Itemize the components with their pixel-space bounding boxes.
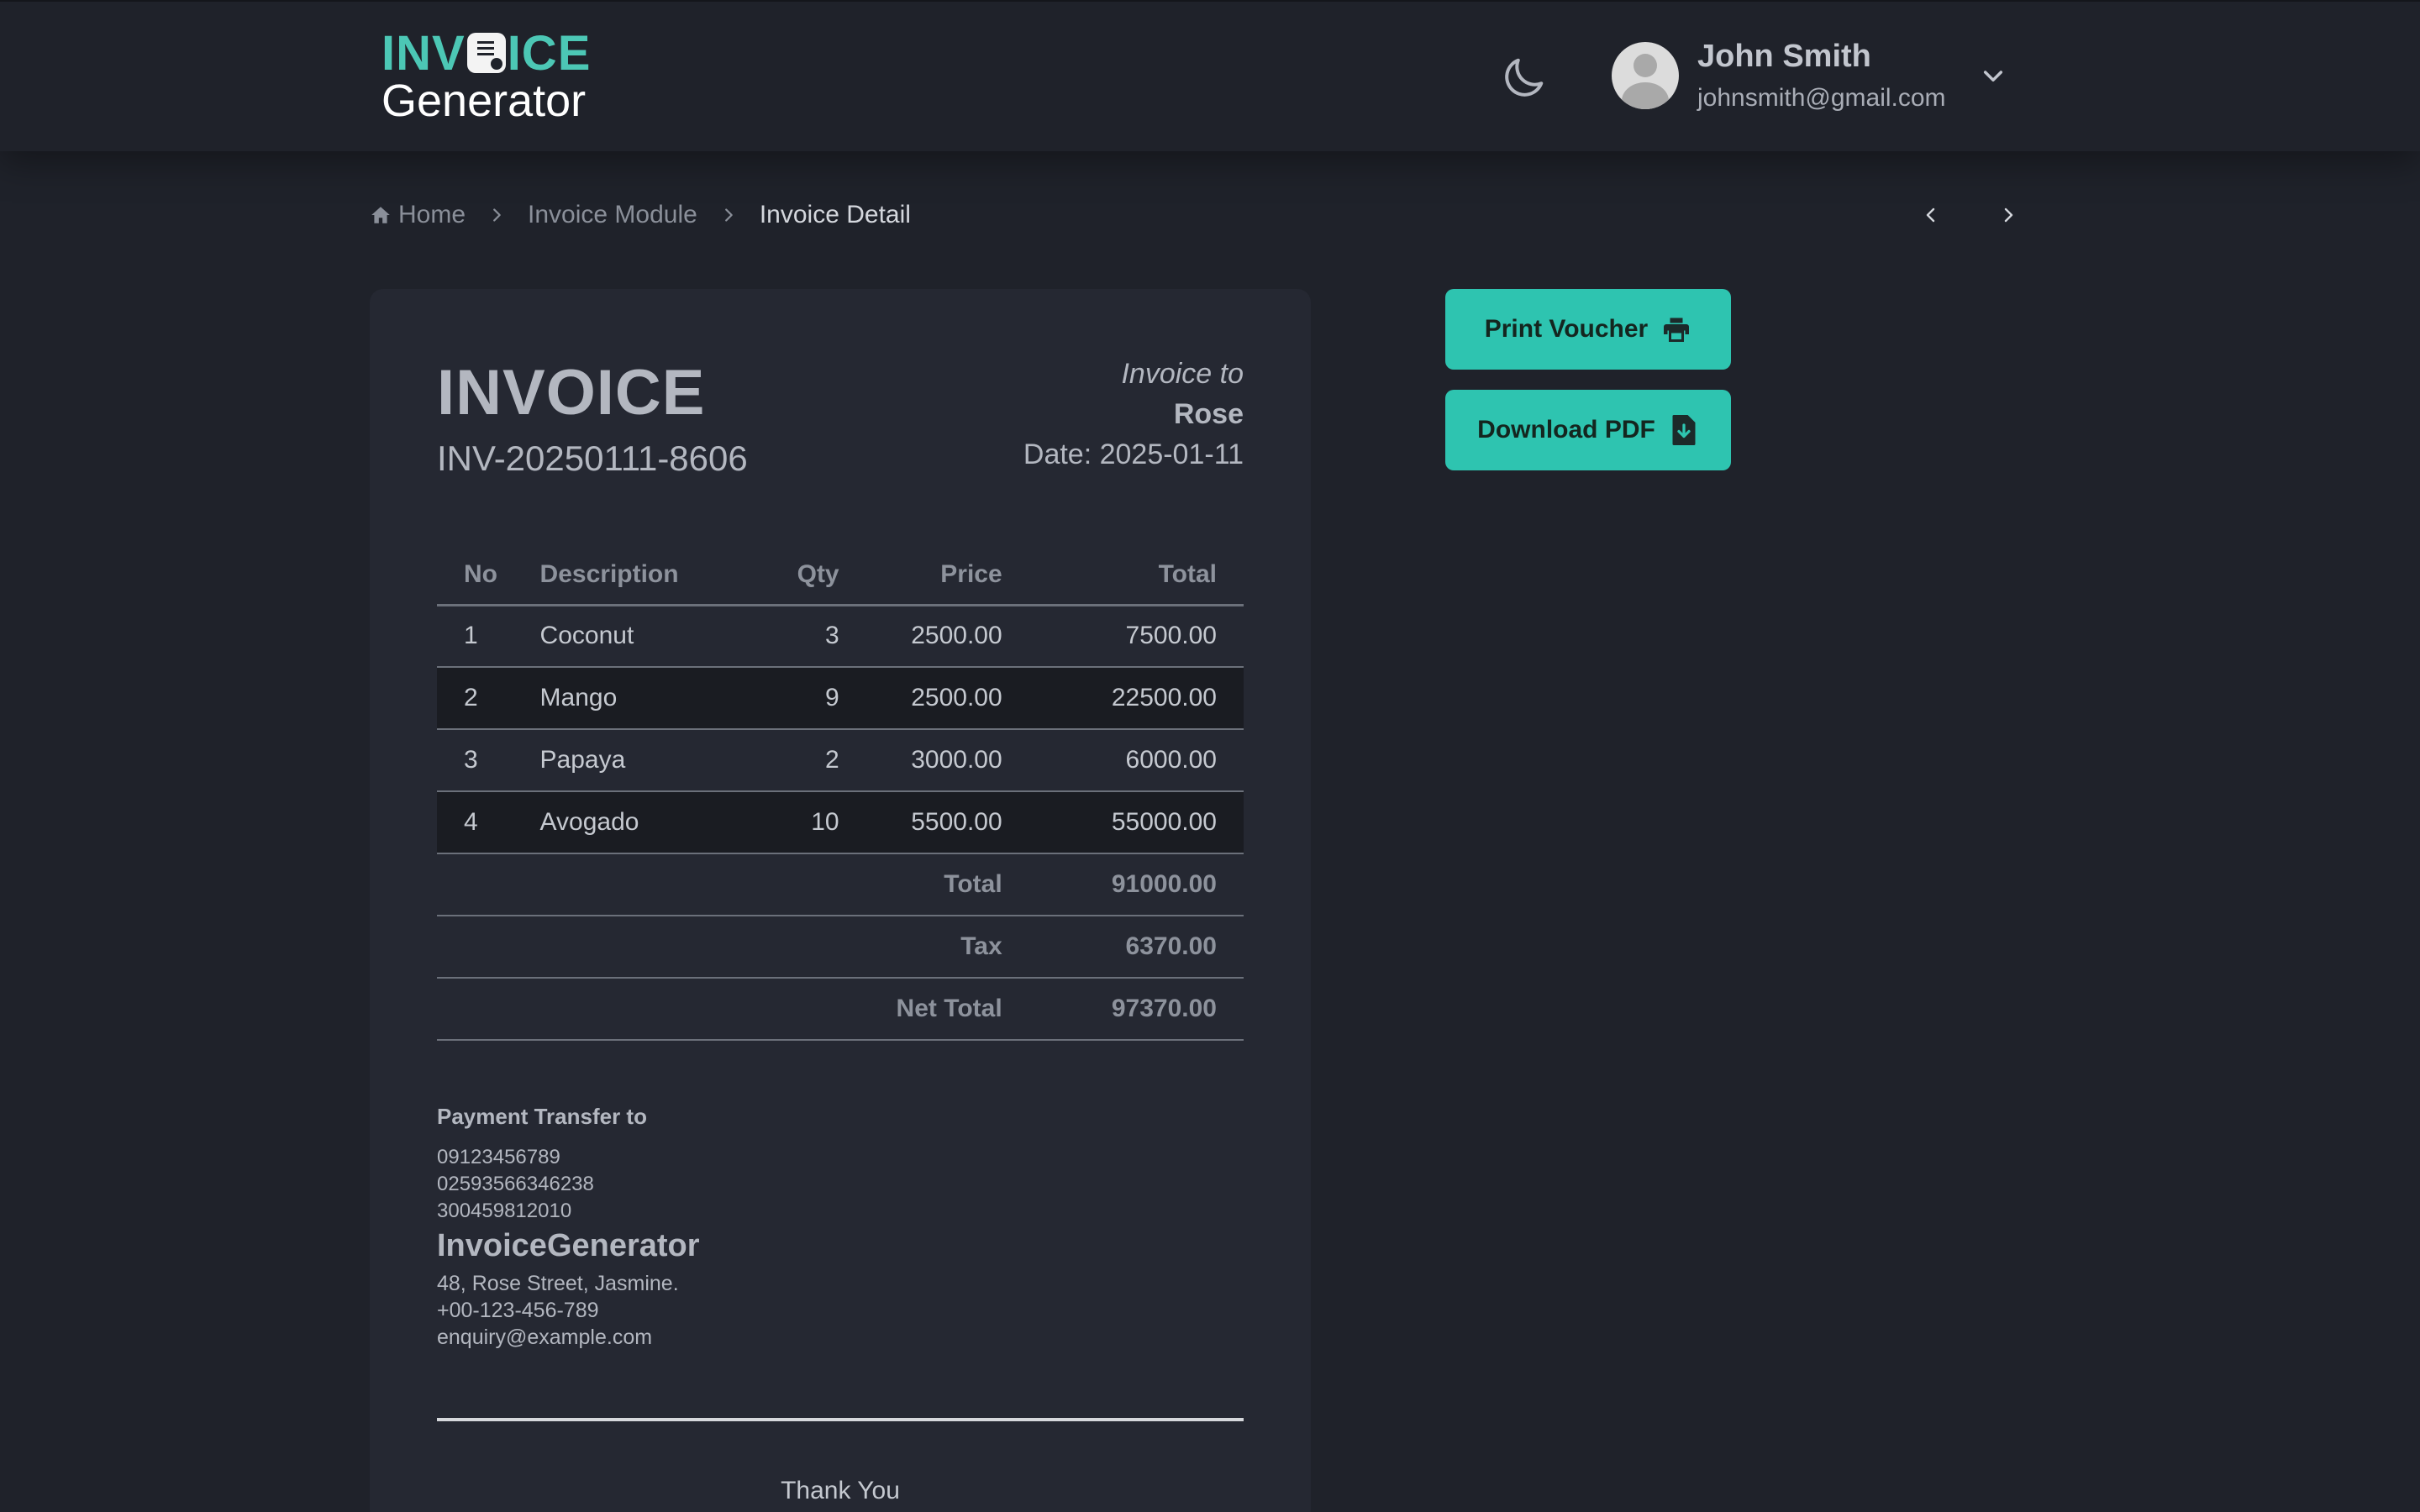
logo-wordmark-bottom: Generator — [381, 76, 587, 126]
payment-account: 09123456789 — [437, 1146, 560, 1168]
cell-total: 22500.00 — [1028, 667, 1244, 730]
cell-no: 2 — [437, 667, 540, 730]
print-voucher-button[interactable]: Print Voucher — [1445, 289, 1731, 370]
download-pdf-button[interactable]: Download PDF — [1445, 390, 1731, 470]
table-header-row: No Description Qty Price Total — [437, 546, 1244, 606]
cell-qty: 9 — [763, 667, 866, 730]
cell-qty: 3 — [763, 605, 866, 668]
thank-you-text: Thank You — [781, 1477, 900, 1504]
breadcrumb-module-label: Invoice Module — [528, 201, 697, 228]
app-logo[interactable]: INV ICE Generator — [381, 29, 600, 127]
top-navbar: INV ICE Generator John Smith johnsmith@gm… — [0, 0, 2420, 151]
divider — [437, 1418, 1244, 1421]
cell-no: 1 — [437, 605, 540, 668]
cell-total: 55000.00 — [1028, 791, 1244, 854]
column-header-description: Description — [539, 546, 764, 606]
column-header-qty: Qty — [763, 546, 866, 606]
summary-label: Tax — [437, 916, 1029, 979]
avatar-head — [1634, 54, 1657, 77]
theme-toggle-button[interactable] — [1494, 49, 1553, 108]
user-name: John Smith — [1697, 39, 1871, 74]
summary-label: Total — [437, 853, 1029, 916]
chevron-right-icon — [493, 208, 501, 222]
cell-description: Papaya — [539, 729, 764, 792]
summary-label: Net Total — [437, 978, 1029, 1041]
cell-total: 6000.00 — [1028, 729, 1244, 792]
cell-price: 2500.00 — [865, 667, 1029, 730]
column-header-total: Total — [1028, 546, 1244, 606]
payment-title: Payment Transfer to — [437, 1104, 647, 1129]
cell-price: 3000.00 — [865, 729, 1029, 792]
user-avatar[interactable] — [1612, 42, 1679, 109]
home-icon — [371, 207, 390, 223]
summary-row-tax: Tax 6370.00 — [437, 916, 1244, 979]
cell-no: 4 — [437, 791, 540, 854]
column-header-no: No — [437, 546, 540, 606]
breadcrumb-invoice-module[interactable]: Invoice Module — [528, 201, 697, 229]
cell-price: 5500.00 — [865, 791, 1029, 854]
company-phone: +00-123-456-789 — [437, 1299, 599, 1322]
cell-qty: 10 — [763, 791, 866, 854]
payment-account: 300459812010 — [437, 1200, 572, 1222]
cell-price: 2500.00 — [865, 605, 1029, 668]
breadcrumb: Home Invoice Module Invoice Detail — [370, 197, 911, 234]
invoice-card: INVOICE INV-20250111-8606 Invoice to Ros… — [370, 289, 1311, 1512]
table-row: 2 Mango 9 2500.00 22500.00 — [437, 667, 1244, 730]
summary-value: 6370.00 — [1028, 916, 1244, 979]
cell-description: Mango — [539, 667, 764, 730]
cell-qty: 2 — [763, 729, 866, 792]
company-name: InvoiceGenerator — [437, 1228, 700, 1263]
invoice-title: INVOICE — [437, 357, 706, 428]
table-row: 1 Coconut 3 2500.00 7500.00 — [437, 605, 1244, 668]
chevron-right-icon — [2004, 207, 2013, 223]
printer-icon — [1664, 318, 1690, 342]
chevron-down-icon — [1983, 71, 2003, 82]
breadcrumb-current: Invoice Detail — [759, 201, 911, 228]
table-row: 4 Avogado 10 5500.00 55000.00 — [437, 791, 1244, 854]
chevron-right-icon — [724, 208, 733, 222]
payment-account: 02593566346238 — [437, 1173, 594, 1195]
logo-text-left: INV — [381, 26, 466, 81]
company-email: enquiry@example.com — [437, 1326, 653, 1349]
invoice-number: INV-20250111-8606 — [437, 438, 748, 478]
summary-row-net-total: Net Total 97370.00 — [437, 978, 1244, 1041]
summary-value: 97370.00 — [1028, 978, 1244, 1041]
logo-wordmark-top: INV ICE — [381, 29, 591, 78]
column-header-price: Price — [865, 546, 1029, 606]
breadcrumb-home[interactable]: Home — [370, 201, 466, 229]
breadcrumb-home-label: Home — [398, 201, 466, 228]
table-row: 3 Papaya 2 3000.00 6000.00 — [437, 729, 1244, 792]
invoice-to-label: Invoice to — [1121, 358, 1244, 390]
cell-description: Avogado — [539, 791, 764, 854]
user-email: johnsmith@gmail.com — [1697, 84, 1946, 112]
moon-icon — [1505, 58, 1544, 97]
cell-no: 3 — [437, 729, 540, 792]
previous-page-button[interactable] — [1918, 202, 1944, 228]
cell-description: Coconut — [539, 605, 764, 668]
company-address: 48, Rose Street, Jasmine. — [437, 1272, 679, 1295]
chevron-left-icon — [1926, 207, 1935, 223]
user-menu-toggle[interactable] — [1980, 62, 2007, 89]
logo-text-right: ICE — [507, 26, 592, 81]
summary-row-total: Total 91000.00 — [437, 853, 1244, 916]
cell-total: 7500.00 — [1028, 605, 1244, 668]
invoice-to-name: Rose — [1173, 398, 1244, 430]
next-page-button[interactable] — [1995, 202, 2022, 228]
invoice-doc-icon — [466, 33, 506, 73]
invoice-date: Date: 2025-01-11 — [1023, 438, 1244, 470]
summary-value: 91000.00 — [1028, 853, 1244, 916]
print-voucher-label: Print Voucher — [1484, 315, 1649, 343]
download-pdf-label: Download PDF — [1477, 416, 1655, 444]
file-download-icon — [1672, 415, 1696, 445]
invoice-items-table: No Description Qty Price Total 1 Coconut… — [437, 546, 1244, 1041]
avatar-body — [1622, 82, 1669, 109]
